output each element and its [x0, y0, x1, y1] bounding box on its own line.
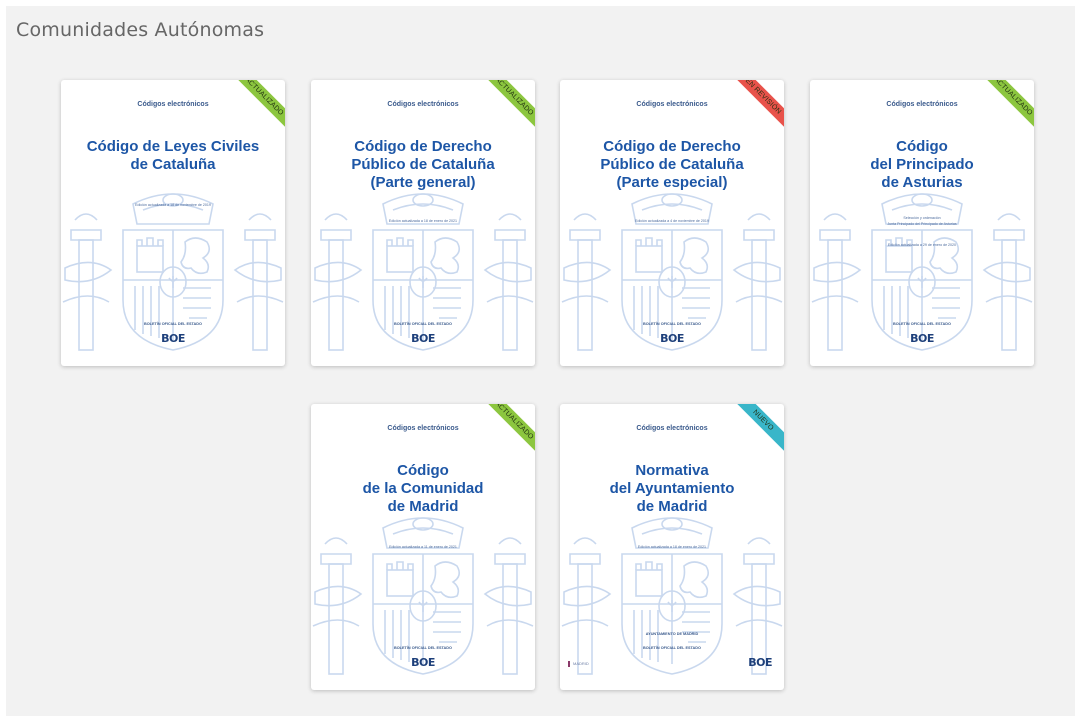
- card-title-line: de Madrid: [636, 498, 708, 515]
- card-subline: Selección y ordenación: [903, 216, 941, 220]
- card-title: Código del Principado de Asturias: [816, 138, 1028, 192]
- code-card[interactable]: Códigos electrónicos Código de la Comunida…: [311, 404, 535, 690]
- card-title-line: de la Comunidad: [362, 480, 484, 497]
- code-card[interactable]: Códigos electrónicos Código de Derecho Púb…: [311, 80, 535, 366]
- card-title-line: Código de Leyes Civiles: [86, 138, 260, 155]
- code-card[interactable]: Códigos electrónicos Normativa del Ayuntam…: [560, 404, 784, 690]
- card-title-line: del Principado: [870, 156, 974, 173]
- card-title: Código de Derecho Público de Cataluña (Par…: [317, 138, 529, 192]
- card-title: Código de la Comunidad de Madrid: [317, 462, 529, 516]
- card-title-line: Normativa: [635, 462, 709, 479]
- card-title-line: (Parte especial): [616, 174, 728, 191]
- boe-logo: BOE: [910, 332, 934, 345]
- card-title-line: Código de Derecho: [354, 138, 492, 155]
- card-publisher: BOLETÍN OFICIAL DEL ESTADO: [642, 646, 701, 650]
- card-subline: Junta Principado del Principado de Astur…: [887, 222, 957, 226]
- card-title-line: del Ayuntamiento: [609, 480, 735, 497]
- boe-logo: BOE: [161, 332, 185, 345]
- card-title: Normativa del Ayuntamiento de Madrid: [566, 462, 778, 516]
- card-title-line: Código de Derecho: [603, 138, 741, 155]
- section-title: Comunidades Autónomas: [16, 19, 265, 41]
- code-card[interactable]: Códigos electrónicos Código de Derecho Púb…: [560, 80, 784, 366]
- card-publisher: BOLETÍN OFICIAL DEL ESTADO: [393, 646, 452, 650]
- code-card[interactable]: Códigos electrónicos Código del Principado…: [810, 80, 1034, 366]
- boe-logo: BOE: [411, 656, 435, 669]
- card-publisher: BOLETÍN OFICIAL DEL ESTADO: [143, 322, 202, 326]
- card-edition-date: Edición actualizada a 18 de enero de 202…: [388, 219, 458, 223]
- card-series-label: Códigos electrónicos: [636, 425, 708, 432]
- madrid-logo: MADRID: [568, 661, 589, 667]
- card-edition-date: Edición actualizada a 29 de enero de 202…: [887, 243, 957, 247]
- card-publisher: BOLETÍN OFICIAL DEL ESTADO: [892, 322, 951, 326]
- card-title-line: Público de Cataluña: [600, 156, 744, 173]
- card-series-label: Códigos electrónicos: [886, 101, 958, 108]
- boe-logo: BOE: [411, 332, 435, 345]
- card-edition-date: Edición actualizada a 11 de enero de 202…: [389, 545, 457, 549]
- card-edition-date: Edición actualizada a 4 de noviembre de …: [635, 219, 709, 223]
- card-title-line: Público de Cataluña: [351, 156, 495, 173]
- boe-logo: BOE: [660, 332, 684, 345]
- card-title: Código de Leyes Civiles de Cataluña: [67, 138, 279, 174]
- boe-logo: BOE: [748, 656, 772, 669]
- card-edition-date: Edición actualizada a 18 de enero de 202…: [637, 545, 707, 549]
- card-title: Código de Derecho Público de Cataluña (Par…: [566, 138, 778, 192]
- card-title-line: de Cataluña: [130, 156, 216, 173]
- card-publisher: BOLETÍN OFICIAL DEL ESTADO: [393, 322, 452, 326]
- card-series-label: Códigos electrónicos: [137, 101, 209, 108]
- card-title-line: de Asturias: [881, 174, 963, 191]
- card-series-label: Códigos electrónicos: [387, 425, 459, 432]
- card-title-line: Código: [896, 138, 948, 155]
- card-edition-date: Edición actualizada a 18 de noviembre de…: [135, 203, 211, 207]
- card-title-line: de Madrid: [387, 498, 459, 515]
- card-series-label: Códigos electrónicos: [636, 101, 708, 108]
- card-co-publisher: AYUNTAMIENTO DE MADRID: [645, 632, 699, 636]
- card-title-line: (Parte general): [370, 174, 476, 191]
- card-title-line: Código: [397, 462, 449, 479]
- code-card[interactable]: Códigos electrónicos Código de Leyes Civi…: [61, 80, 285, 366]
- card-publisher: BOLETÍN OFICIAL DEL ESTADO: [642, 322, 701, 326]
- card-series-label: Códigos electrónicos: [387, 101, 459, 108]
